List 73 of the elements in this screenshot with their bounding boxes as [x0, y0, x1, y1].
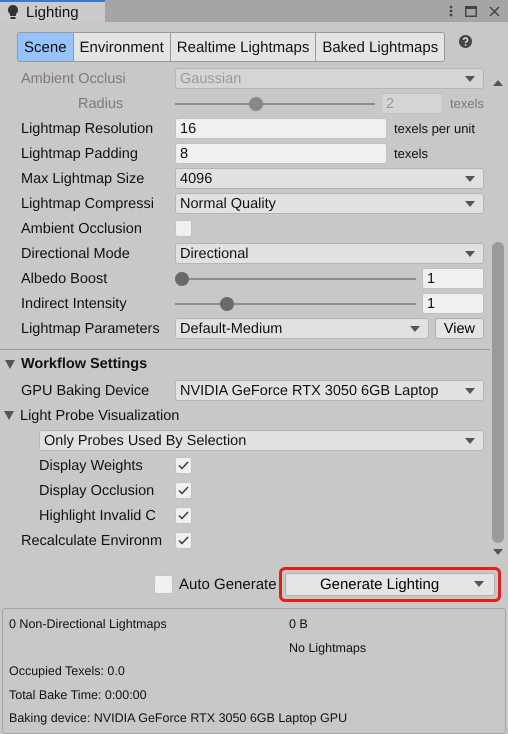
dropdown[interactable]: Default-Medium [175, 318, 429, 339]
checkmark-icon [178, 536, 189, 545]
dropdown[interactable]: Directional [175, 243, 484, 264]
dropdown[interactable]: Normal Quality [175, 193, 484, 214]
field-label: Max Lightmap Size [21, 170, 146, 186]
caret-icon [465, 176, 475, 182]
view-button[interactable]: View [434, 318, 484, 339]
field-label: Lightmap Resolution [21, 120, 154, 136]
tab[interactable]: Realtime Lightmaps [170, 33, 316, 61]
field-label: Display Weights [39, 458, 144, 474]
more-icon[interactable] [449, 5, 453, 17]
field-label: Lightmap Parameters [21, 320, 161, 336]
stats-text: Baking device: NVIDIA GeForce RTX 3050 6GB Laptop GPU [9, 711, 348, 725]
caret-icon [465, 438, 475, 444]
dropdown[interactable]: 4096 [175, 168, 484, 189]
field-label: Ambient Occlusion [21, 220, 143, 236]
scroll-up-icon[interactable] [493, 80, 503, 86]
scroll-down-icon[interactable] [493, 549, 503, 555]
caret-icon [465, 388, 475, 394]
section-header[interactable]: Workflow Settings [0, 349, 490, 378]
field-label: Radius [78, 96, 124, 112]
tab[interactable]: Baked Lightmaps [315, 33, 444, 61]
field-label: Lightmap Padding [21, 146, 139, 162]
field-label: Recalculate Environm [21, 532, 164, 548]
maximize-icon[interactable] [465, 6, 477, 16]
field-label: Highlight Invalid C [39, 508, 157, 524]
field-label: GPU Baking Device [21, 382, 150, 398]
input-field[interactable]: 16 [175, 118, 387, 139]
field-label: Directional Mode [21, 246, 131, 262]
checkbox[interactable] [175, 220, 192, 237]
slider[interactable] [175, 272, 416, 286]
stats-text: 0 Non-Directional Lightmaps [9, 617, 167, 631]
tab[interactable]: Scene [18, 33, 73, 61]
field-label: Indirect Intensity [21, 296, 128, 312]
foldout[interactable]: Light Probe Visualization [4, 408, 180, 424]
unit-label: texels per unit [394, 121, 475, 136]
checkmark-icon [178, 486, 189, 495]
dropdown[interactable]: Only Probes Used By Selection [39, 430, 484, 451]
checkmark-icon [178, 461, 189, 470]
unit-label: texels [450, 96, 484, 111]
number-field[interactable]: 1 [422, 268, 484, 289]
caret-icon [410, 326, 420, 332]
generate-lighting-button[interactable]: Generate Lighting [284, 572, 495, 596]
stats-value: 0 B [289, 617, 308, 631]
stats-value: No Lightmaps [289, 640, 366, 654]
light-bulb-icon [8, 5, 18, 19]
checkbox[interactable] [175, 532, 192, 549]
window-tab[interactable]: Lighting [0, 0, 105, 22]
field-label: Ambient Occlusi [21, 70, 127, 86]
unit-label: texels [394, 146, 428, 161]
field-label: Lightmap Compressi [21, 196, 155, 212]
window-title: Lighting [26, 4, 79, 20]
number-field[interactable]: 1 [422, 293, 484, 314]
caret-icon [465, 200, 475, 206]
tab[interactable]: Environment [72, 33, 170, 61]
caret-icon [474, 581, 484, 587]
close-icon[interactable] [489, 6, 500, 16]
slider[interactable] [175, 296, 416, 310]
checkbox[interactable] [175, 457, 192, 474]
stats-text: Occupied Texels: 0.0 [9, 664, 125, 678]
checkbox[interactable] [175, 507, 192, 524]
input-field[interactable]: 8 [175, 143, 387, 164]
help-icon[interactable] [459, 34, 472, 48]
caret-icon [465, 250, 475, 256]
field-label: Display Occlusion [39, 482, 156, 498]
stats-text: Total Bake Time: 0:00:00 [9, 688, 147, 702]
field-label: Albedo Boost [21, 270, 108, 286]
checkbox[interactable] [175, 482, 192, 499]
checkbox-label: Auto Generate [179, 576, 277, 592]
dropdown[interactable]: NVIDIA GeForce RTX 3050 6GB Laptop [175, 380, 484, 401]
checkbox[interactable] [154, 574, 173, 594]
caret-icon [465, 76, 475, 82]
checkmark-icon [178, 511, 189, 520]
